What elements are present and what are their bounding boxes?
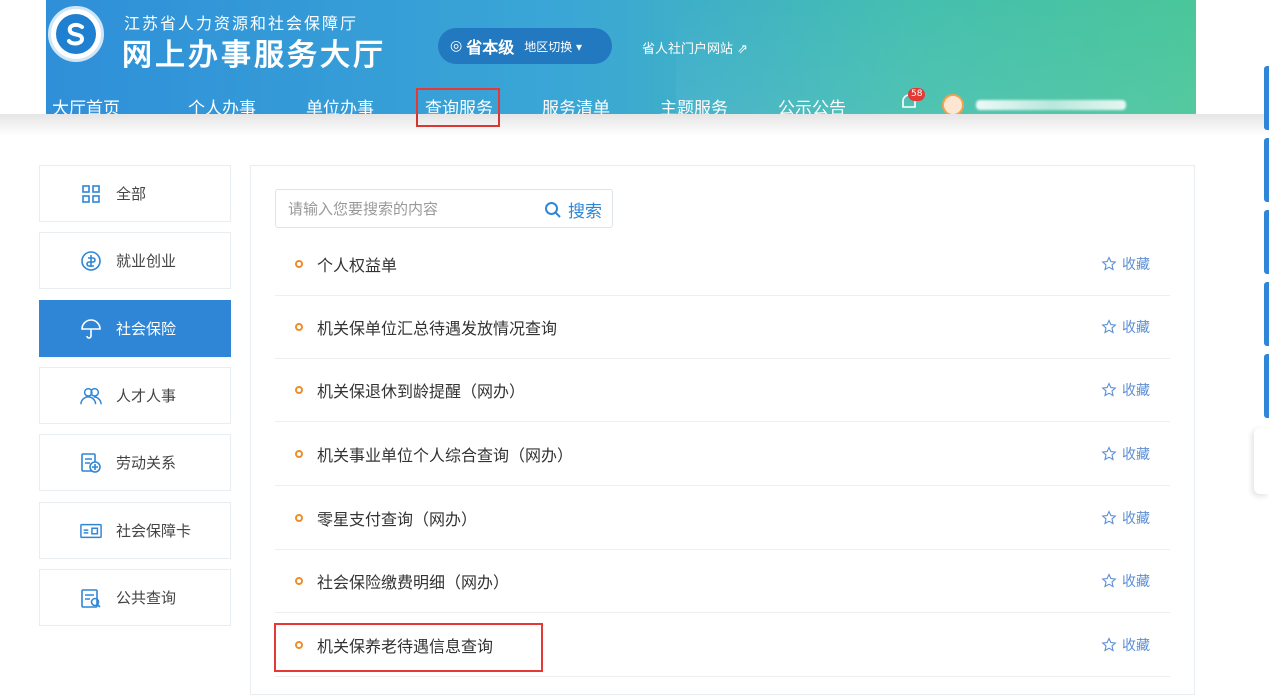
category-labor-relations[interactable]: 劳动关系 (39, 434, 231, 491)
list-item[interactable]: 机关保退休到龄提醒（网办） 收藏 (275, 359, 1170, 422)
header-shadow (0, 114, 1269, 136)
category-label: 劳动关系 (116, 454, 177, 472)
category-label: 社会保障卡 (116, 522, 192, 540)
category-talent[interactable]: 人才人事 (39, 367, 231, 424)
favorite-label: 收藏 (1122, 383, 1150, 399)
list-item[interactable]: 社会保险缴费明细（网办） 收藏 (275, 550, 1170, 613)
favorite-label: 收藏 (1122, 574, 1150, 590)
floating-tab-3[interactable] (1264, 210, 1269, 274)
star-icon (1101, 256, 1117, 271)
star-icon (1101, 637, 1117, 652)
star-icon (1101, 573, 1117, 588)
bullet-icon (295, 323, 303, 331)
share-arrow-icon: ⇗ (737, 42, 749, 57)
star-icon (1101, 446, 1117, 461)
card-icon (80, 520, 102, 542)
list-item[interactable]: 个人权益单 收藏 (275, 233, 1170, 296)
region-level: 省本级 (466, 38, 515, 57)
region-switch-link[interactable]: 地区切换 ▾ (524, 38, 582, 55)
star-icon (1101, 382, 1117, 397)
grid-icon (80, 183, 102, 205)
search-button-label: 搜索 (568, 202, 602, 222)
service-title[interactable]: 机关事业单位个人综合查询（网办） (317, 442, 573, 466)
floating-tab-4[interactable] (1264, 282, 1269, 346)
query-list-icon (80, 587, 102, 609)
search-button[interactable]: 搜索 (544, 197, 602, 222)
nav-personal[interactable]: 个人办事 (188, 94, 256, 114)
star-icon (1101, 319, 1117, 334)
search-box: 搜索 (275, 189, 613, 228)
favorite-button[interactable]: 收藏 (1101, 296, 1150, 358)
bullet-icon (295, 514, 303, 522)
site-title: 网上办事服务大厅 (122, 38, 386, 73)
region-selector[interactable]: ◎ 省本级 地区切换 ▾ (438, 28, 612, 64)
portal-link-label: 省人社门户网站 (642, 42, 734, 57)
nav-service-list[interactable]: 服务清单 (542, 94, 610, 114)
favorite-button[interactable]: 收藏 (1101, 359, 1150, 421)
notification-badge: 58 (908, 88, 926, 101)
favorite-label: 收藏 (1122, 257, 1150, 273)
favorite-label: 收藏 (1122, 447, 1150, 463)
nav-organization[interactable]: 单位办事 (306, 94, 374, 114)
service-title[interactable]: 零星支付查询（网办） (317, 506, 477, 530)
favorite-label: 收藏 (1122, 638, 1150, 654)
category-social-card[interactable]: 社会保障卡 (39, 502, 231, 559)
logo-emblem-icon (56, 14, 96, 54)
umbrella-icon (80, 318, 102, 340)
avatar[interactable] (942, 94, 964, 114)
service-title[interactable]: 机关保单位汇总待遇发放情况查询 (317, 315, 557, 339)
favorite-button[interactable]: 收藏 (1101, 550, 1150, 612)
list-item[interactable]: 零星支付查询（网办） 收藏 (275, 487, 1170, 550)
highlight-pension-query (274, 623, 543, 672)
service-title[interactable]: 社会保险缴费明细（网办） (317, 569, 509, 593)
list-item[interactable]: 机关保单位汇总待遇发放情况查询 收藏 (275, 296, 1170, 359)
search-input[interactable] (286, 199, 530, 219)
site-header: 江苏省人力资源和社会保障厅 网上办事服务大厅 ◎ 省本级 地区切换 ▾ 省人社门… (46, 0, 1196, 114)
service-title[interactable]: 机关保退休到龄提醒（网办） (317, 378, 525, 402)
location-pin-icon: ◎ (450, 38, 463, 54)
favorite-label: 收藏 (1122, 320, 1150, 336)
category-label: 就业创业 (116, 252, 177, 270)
people-icon (80, 385, 102, 407)
floating-tab-1[interactable] (1264, 66, 1269, 130)
category-public-query[interactable]: 公共查询 (39, 569, 231, 626)
service-title[interactable]: 个人权益单 (317, 252, 397, 276)
bullet-icon (295, 577, 303, 585)
nav-announcements[interactable]: 公示公告 (778, 94, 846, 114)
category-social-insurance[interactable]: 社会保险 (39, 300, 231, 357)
favorite-button[interactable]: 收藏 (1101, 423, 1150, 485)
document-add-icon (80, 452, 102, 474)
favorite-button[interactable]: 收藏 (1101, 614, 1150, 676)
username-redacted[interactable] (976, 100, 1126, 110)
site-logo[interactable] (48, 6, 104, 62)
bullet-icon (295, 260, 303, 268)
employment-icon (80, 250, 102, 272)
category-all[interactable]: 全部 (39, 165, 231, 222)
favorite-button[interactable]: 收藏 (1101, 233, 1150, 295)
category-label: 全部 (116, 185, 147, 203)
search-icon (545, 201, 561, 218)
category-label: 人才人事 (116, 387, 177, 405)
category-employment[interactable]: 就业创业 (39, 232, 231, 289)
category-label: 公共查询 (116, 589, 177, 607)
nav-home[interactable]: 大厅首页 (52, 94, 120, 114)
star-icon (1101, 510, 1117, 525)
floating-panel[interactable] (1254, 428, 1269, 494)
floating-tab-2[interactable] (1264, 138, 1269, 202)
bullet-icon (295, 450, 303, 458)
portal-link[interactable]: 省人社门户网站 ⇗ (642, 38, 748, 57)
category-label: 社会保险 (116, 320, 177, 338)
list-item[interactable]: 机关事业单位个人综合查询（网办） 收藏 (275, 423, 1170, 486)
bullet-icon (295, 386, 303, 394)
favorite-button[interactable]: 收藏 (1101, 487, 1150, 549)
floating-tab-5[interactable] (1264, 354, 1269, 418)
favorite-label: 收藏 (1122, 511, 1150, 527)
nav-theme-service[interactable]: 主题服务 (660, 94, 728, 114)
